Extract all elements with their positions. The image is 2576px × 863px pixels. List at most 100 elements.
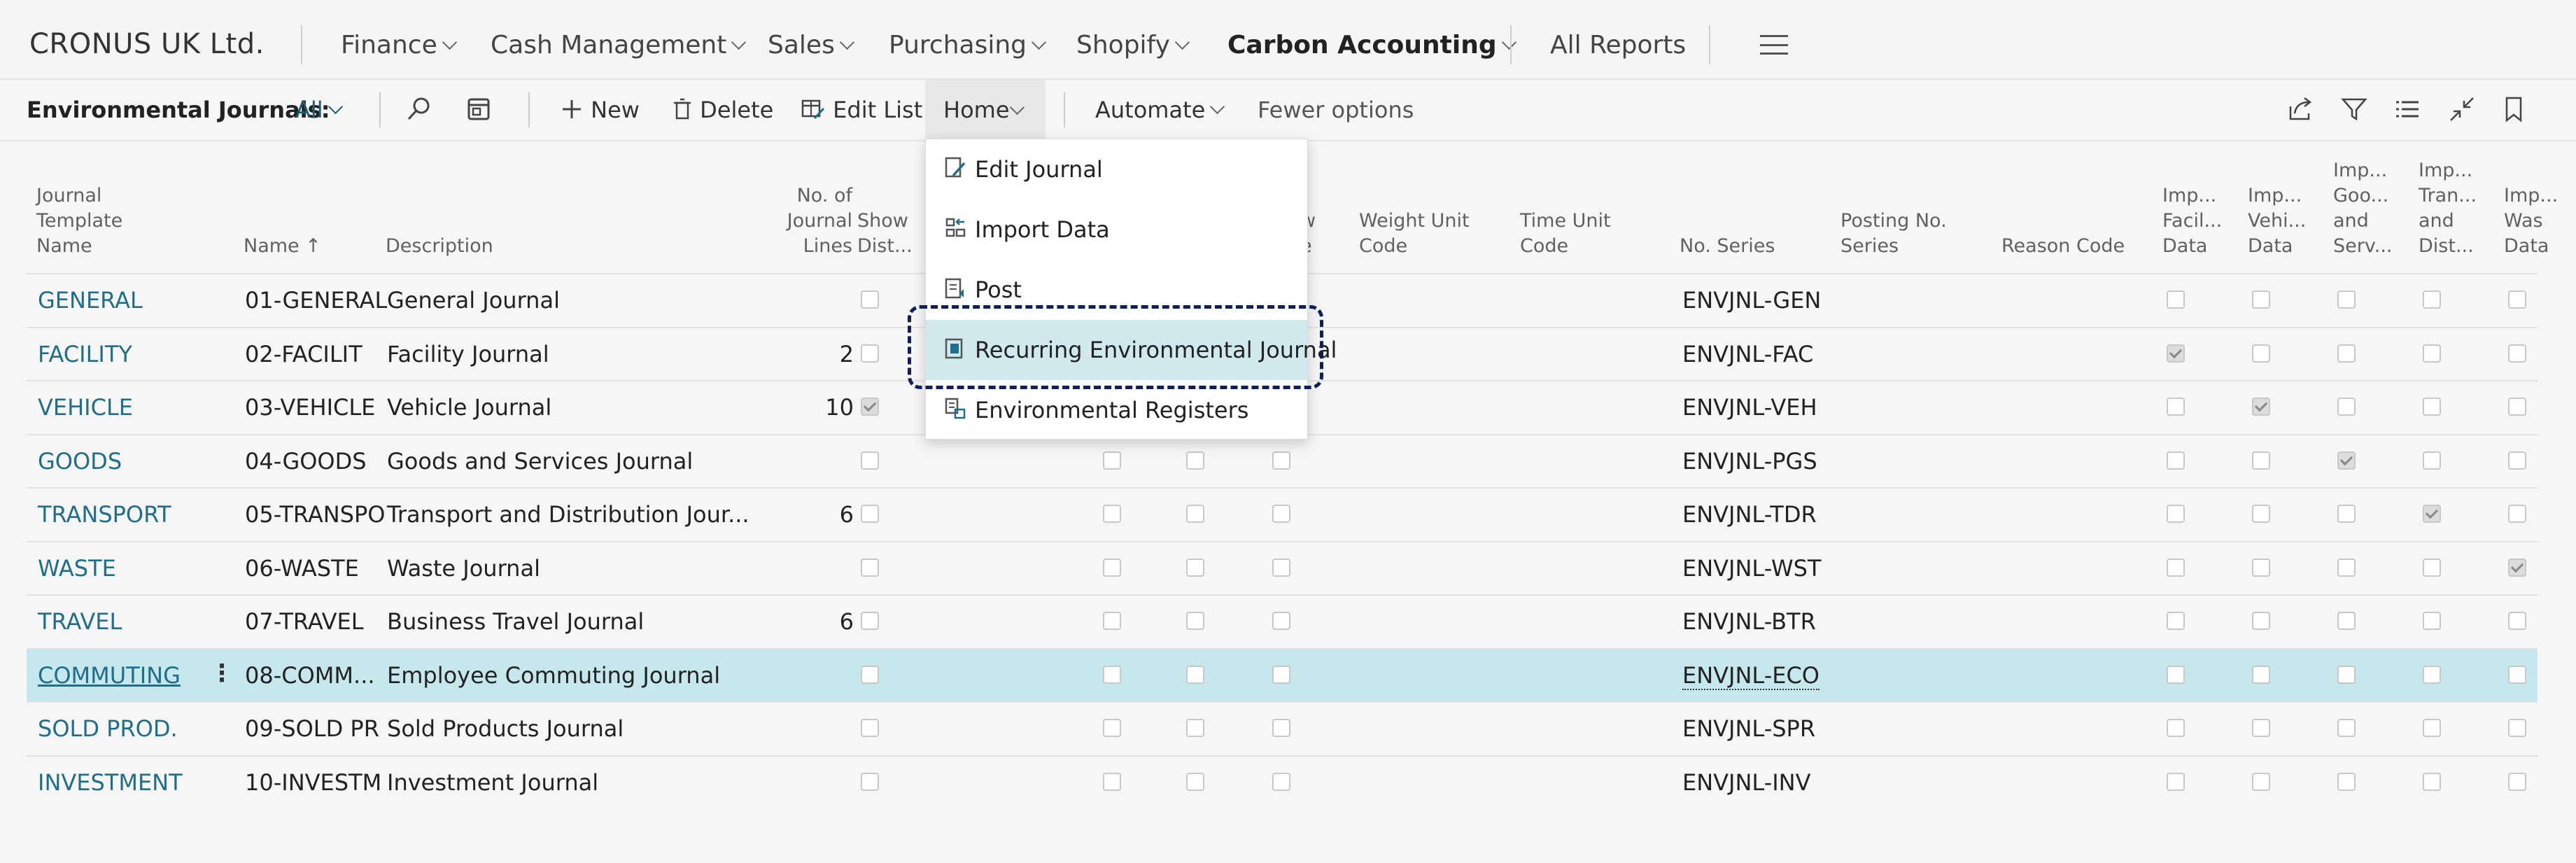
journal-description[interactable]: General Journal [387, 287, 560, 314]
flag-checkbox[interactable] [1272, 612, 1290, 630]
flag-checkbox[interactable] [1103, 665, 1121, 684]
no-series[interactable]: ENVJNL-BTR [1682, 608, 1816, 635]
import-flag-checkbox[interactable] [2508, 344, 2526, 363]
nav-finance[interactable]: Finance [341, 31, 457, 59]
menu-item-import-data[interactable]: Import Data [926, 199, 1307, 260]
template-name-link[interactable]: TRAVEL [38, 608, 122, 635]
import-flag-checkbox[interactable] [2423, 719, 2441, 737]
flag-checkbox[interactable] [1186, 612, 1204, 630]
flag-checkbox[interactable] [1103, 558, 1121, 577]
import-flag-checkbox[interactable] [2337, 505, 2356, 523]
show-dist-checkbox[interactable] [861, 290, 879, 309]
flag-checkbox[interactable] [1186, 772, 1204, 791]
flag-checkbox[interactable] [1272, 772, 1290, 791]
col-header-name[interactable]: Name ↑ [244, 234, 321, 259]
menu-item-edit-journal[interactable]: Edit Journal [926, 139, 1307, 199]
flag-checkbox[interactable] [1186, 505, 1204, 523]
import-flag-checkbox[interactable] [2252, 451, 2270, 470]
table-row[interactable]: SOLD PROD. 09-SOLD PR Sold Products Journa… [27, 701, 2538, 755]
import-flag-checkbox[interactable] [2508, 772, 2526, 791]
new-button[interactable]: New [560, 97, 640, 123]
template-name-link[interactable]: INVESTMENT [38, 769, 183, 796]
nav-cash-management[interactable]: Cash Management [491, 31, 747, 59]
journal-name[interactable]: 01-GENERAL [245, 287, 387, 314]
table-row[interactable]: TRANSPORT 05-TRANSPO Transport and Distrib… [27, 487, 2538, 540]
import-flag-checkbox[interactable] [2337, 719, 2356, 737]
nav-all-reports[interactable]: All Reports [1550, 31, 1686, 59]
search-icon[interactable] [404, 95, 432, 123]
no-series[interactable]: ENVJNL-GEN [1682, 287, 1821, 314]
journal-description[interactable]: Vehicle Journal [387, 394, 551, 421]
show-dist-checkbox[interactable] [861, 344, 879, 363]
import-flag-checkbox[interactable] [2337, 558, 2356, 577]
flag-checkbox[interactable] [1272, 505, 1290, 523]
import-flag-checkbox[interactable] [2508, 398, 2526, 416]
col-header-weight-unit[interactable]: Weight Unit Code [1359, 209, 1470, 259]
col-header-imp-tran[interactable]: Imp... Tran... and Dist... [2419, 158, 2477, 259]
import-flag-checkbox[interactable] [2167, 344, 2185, 363]
show-dist-checkbox[interactable] [861, 398, 879, 416]
journal-name[interactable]: 08-COMM... [245, 662, 375, 689]
import-flag-checkbox[interactable] [2423, 612, 2441, 630]
import-flag-checkbox[interactable] [2423, 344, 2441, 363]
template-name-link[interactable]: TRANSPORT [38, 501, 171, 528]
filter-icon[interactable] [2339, 94, 2370, 125]
nav-purchasing[interactable]: Purchasing [889, 31, 1047, 59]
import-flag-checkbox[interactable] [2167, 505, 2185, 523]
show-dist-checkbox[interactable] [861, 505, 879, 523]
template-name-link[interactable]: WASTE [38, 555, 116, 582]
flag-checkbox[interactable] [1186, 558, 1204, 577]
import-flag-checkbox[interactable] [2167, 719, 2185, 737]
analysis-mode-icon[interactable] [465, 95, 493, 123]
show-dist-checkbox[interactable] [861, 665, 879, 684]
col-header-description[interactable]: Description [386, 234, 493, 259]
share-icon[interactable] [2285, 94, 2316, 125]
import-flag-checkbox[interactable] [2337, 398, 2356, 416]
template-name-link[interactable]: FACILITY [38, 341, 132, 367]
import-flag-checkbox[interactable] [2167, 398, 2185, 416]
journal-description[interactable]: Business Travel Journal [387, 608, 644, 635]
hamburger-menu-icon[interactable] [1760, 35, 1788, 55]
col-header-reason-code[interactable]: Reason Code [2001, 234, 2125, 259]
list-view-icon[interactable] [2392, 94, 2423, 125]
import-flag-checkbox[interactable] [2252, 505, 2270, 523]
journal-name[interactable]: 10-INVESTM [245, 769, 381, 796]
import-flag-checkbox[interactable] [2252, 290, 2270, 309]
import-flag-checkbox[interactable] [2167, 290, 2185, 309]
import-flag-checkbox[interactable] [2337, 772, 2356, 791]
import-flag-checkbox[interactable] [2508, 505, 2526, 523]
import-flag-checkbox[interactable] [2423, 451, 2441, 470]
journal-lines-count[interactable]: 10 [754, 394, 854, 421]
no-series[interactable]: ENVJNL-FAC [1682, 341, 1813, 367]
flag-checkbox[interactable] [1272, 665, 1290, 684]
journal-lines-count[interactable]: 6 [754, 608, 854, 635]
import-flag-checkbox[interactable] [2508, 451, 2526, 470]
no-series[interactable]: ENVJNL-SPR [1682, 715, 1815, 742]
table-row[interactable]: TRAVEL 07-TRAVEL Business Travel Journal 6 E… [27, 594, 2538, 647]
import-flag-checkbox[interactable] [2337, 344, 2356, 363]
show-dist-checkbox[interactable] [861, 558, 879, 577]
no-series[interactable]: ENVJNL-VEH [1682, 394, 1817, 421]
no-series[interactable]: ENVJNL-ECO [1682, 662, 1820, 690]
flag-checkbox[interactable] [1103, 505, 1121, 523]
col-header-show-dist[interactable]: Show Dist... [857, 209, 913, 259]
journal-description[interactable]: Facility Journal [387, 341, 549, 367]
no-series[interactable]: ENVJNL-WST [1682, 555, 1821, 582]
import-flag-checkbox[interactable] [2423, 505, 2441, 523]
view-filter-dropdown[interactable]: All [295, 97, 343, 123]
home-tab-button[interactable]: Home [925, 80, 1046, 140]
import-flag-checkbox[interactable] [2423, 290, 2441, 309]
show-dist-checkbox[interactable] [861, 451, 879, 470]
show-dist-checkbox[interactable] [861, 772, 879, 791]
delete-button[interactable]: Delete [672, 97, 773, 123]
flag-checkbox[interactable] [1272, 451, 1290, 470]
import-flag-checkbox[interactable] [2167, 665, 2185, 684]
journal-lines-count[interactable]: 6 [754, 501, 854, 528]
flag-checkbox[interactable] [1103, 772, 1121, 791]
flag-checkbox[interactable] [1103, 612, 1121, 630]
journal-name[interactable]: 09-SOLD PR [245, 715, 379, 742]
template-name-link[interactable]: GENERAL [38, 287, 143, 314]
template-name-link[interactable]: COMMUTING [38, 662, 181, 689]
journal-name[interactable]: 07-TRAVEL [245, 608, 364, 635]
import-flag-checkbox[interactable] [2508, 290, 2526, 309]
